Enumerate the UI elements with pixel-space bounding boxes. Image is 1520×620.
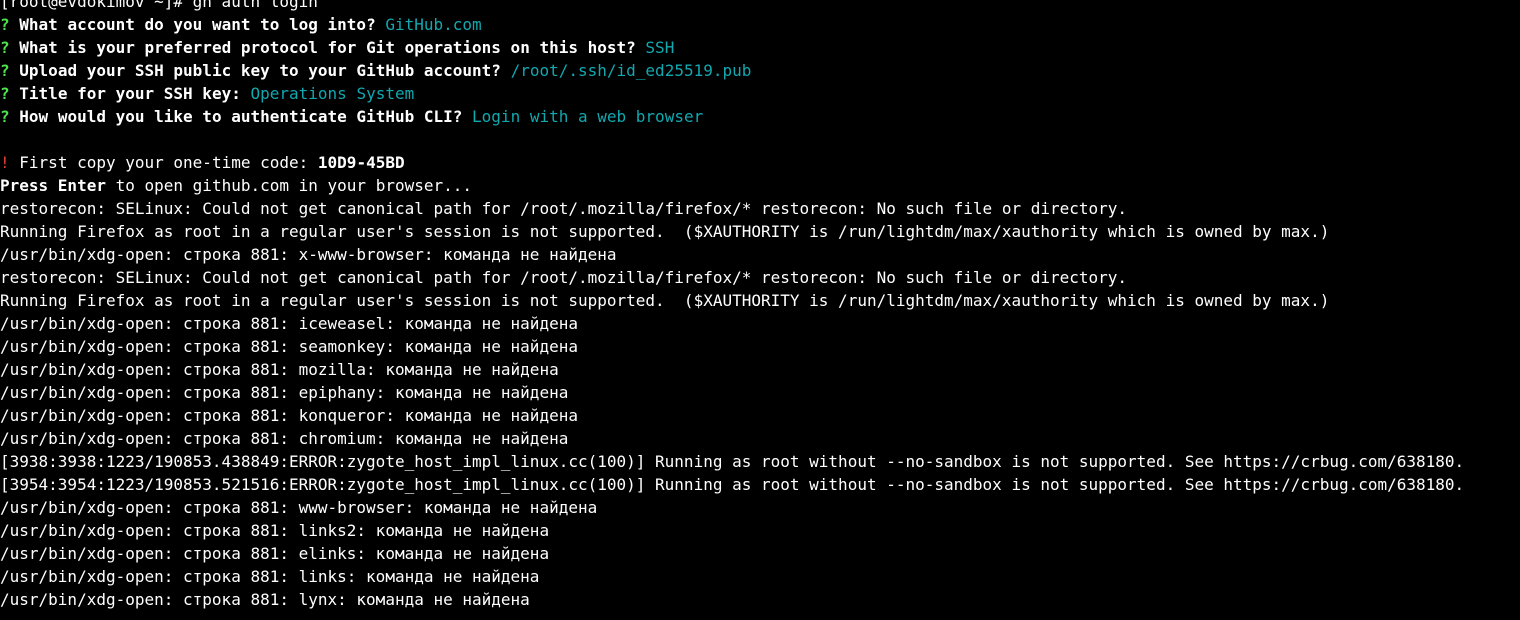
question-line-key-title: ? Title for your SSH key: Operations Sys… [0, 82, 1520, 105]
question-text: What account do you want to log into? [19, 15, 376, 34]
question-line-auth-method: ? How would you like to authenticate Git… [0, 105, 1520, 128]
code-notice-text: First copy your one-time code: [19, 153, 309, 172]
prompt-line: [root@evdokimov ~]# gh auth login [0, 0, 318, 11]
output-line: /usr/bin/xdg-open: строка 881: x-www-bro… [0, 245, 617, 264]
output-line: /usr/bin/xdg-open: строка 881: seamonkey… [0, 337, 578, 356]
answer-text: /root/.ssh/id_ed25519.pub [510, 61, 752, 80]
question-text: What is your preferred protocol for Git … [19, 38, 636, 57]
output-line: /usr/bin/xdg-open: строка 881: www-brows… [0, 498, 598, 517]
output-line: [3938:3938:1223/190853.438849:ERROR:zygo… [0, 452, 1465, 471]
output-line: Running Firefox as root in a regular use… [0, 291, 1330, 310]
one-time-code: 10D9-45BD [317, 153, 405, 172]
output-line: /usr/bin/xdg-open: строка 881: iceweasel… [0, 314, 578, 333]
question-text: Upload your SSH public key to your GitHu… [19, 61, 501, 80]
output-line: restorecon: SELinux: Could not get canon… [0, 199, 1128, 218]
answer-text: Login with a web browser [472, 107, 704, 126]
answer-text: Operations System [250, 84, 415, 103]
output-line: /usr/bin/xdg-open: строка 881: links2: к… [0, 521, 550, 540]
answer-text: SSH [645, 38, 675, 57]
output-line: /usr/bin/xdg-open: строка 881: elinks: к… [0, 544, 550, 563]
question-line-account: ? What account do you want to log into? … [0, 13, 1520, 36]
question-mark-icon: ? [0, 61, 10, 80]
question-mark-icon: ? [0, 38, 10, 57]
press-enter-rest: to open github.com in your browser... [115, 176, 473, 195]
question-mark-icon: ? [0, 15, 10, 34]
output-line: /usr/bin/xdg-open: строка 881: chromium:… [0, 429, 569, 448]
question-text: How would you like to authenticate GitHu… [19, 107, 463, 126]
output-line: /usr/bin/xdg-open: строка 881: links: ко… [0, 567, 540, 586]
output-line: /usr/bin/xdg-open: строка 881: lynx: ком… [0, 590, 530, 609]
output-line: /usr/bin/xdg-open: строка 881: mozilla: … [0, 360, 559, 379]
question-line-ssh-key: ? Upload your SSH public key to your Git… [0, 59, 1520, 82]
output-line: /usr/bin/xdg-open: строка 881: konqueror… [0, 406, 578, 425]
press-enter-label: Press Enter [0, 176, 106, 195]
terminal-window[interactable]: [root@evdokimov ~]# gh auth login ? What… [0, 0, 1520, 620]
output-line: /usr/bin/xdg-open: строка 881: epiphany:… [0, 383, 569, 402]
output-line: restorecon: SELinux: Could not get canon… [0, 268, 1128, 287]
question-mark-icon: ? [0, 84, 10, 103]
question-line-protocol: ? What is your preferred protocol for Gi… [0, 36, 1520, 59]
output-line: [3954:3954:1223/190853.521516:ERROR:zygo… [0, 475, 1465, 494]
answer-text: GitHub.com [385, 15, 482, 34]
press-enter-line: Press Enter to open github.com in your b… [0, 174, 1520, 197]
question-text: Title for your SSH key: [19, 84, 241, 103]
output-line: Running Firefox as root in a regular use… [0, 222, 1330, 241]
one-time-code-line: ! First copy your one-time code: 10D9-45… [0, 151, 1520, 174]
command-output: restorecon: SELinux: Could not get canon… [0, 197, 1520, 611]
question-mark-icon: ? [0, 107, 10, 126]
warning-mark-icon: ! [0, 153, 10, 172]
